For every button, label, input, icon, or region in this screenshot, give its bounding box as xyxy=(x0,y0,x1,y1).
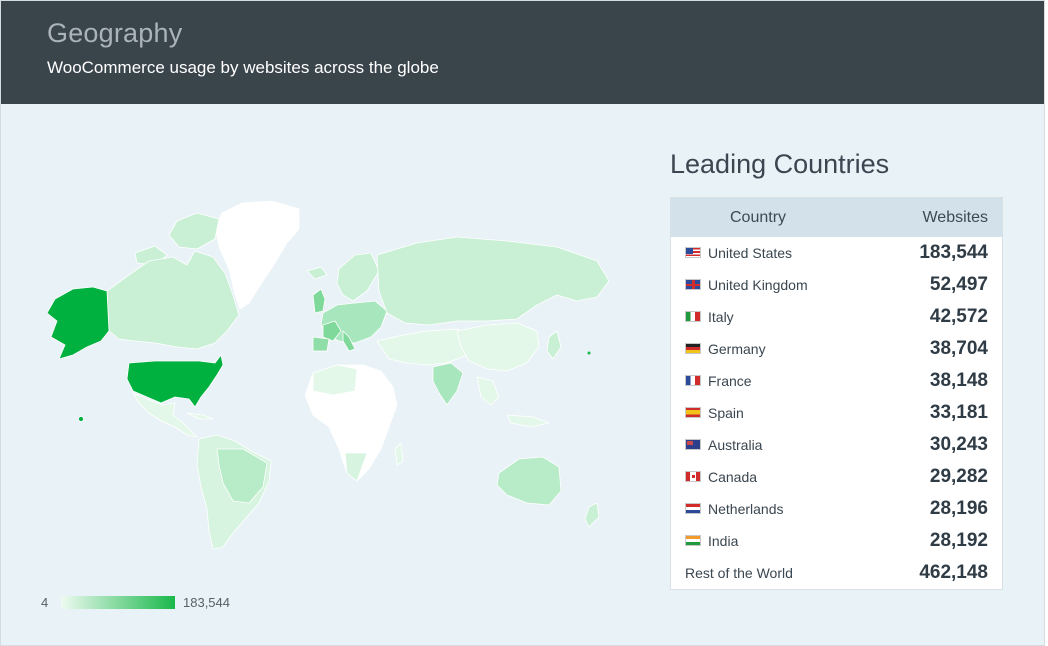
websites-count: 38,704 xyxy=(929,338,988,359)
italy-flag-icon xyxy=(685,311,701,322)
country-russia xyxy=(376,236,610,326)
country-name[interactable]: United Kingdom xyxy=(708,277,808,293)
us-flag-icon xyxy=(685,247,701,258)
table-row[interactable]: United Kingdom 52,497 xyxy=(671,269,1002,301)
table-row[interactable]: Canada 29,282 xyxy=(671,461,1002,493)
country-alaska xyxy=(46,286,110,360)
country-name[interactable]: United States xyxy=(708,245,792,261)
country-canada-islands xyxy=(168,212,220,250)
france-flag-icon xyxy=(685,375,701,386)
table-row[interactable]: France 38,148 xyxy=(671,365,1002,397)
table-row[interactable]: United States 183,544 xyxy=(671,237,1002,269)
table-row[interactable]: Italy 42,572 xyxy=(671,301,1002,333)
table-row[interactable]: Netherlands 28,196 xyxy=(671,493,1002,525)
websites-count: 29,282 xyxy=(929,466,988,487)
uk-flag-icon xyxy=(685,279,701,290)
rest-of-world-count: 462,148 xyxy=(919,562,988,583)
geography-panel: Geography WooCommerce usage by websites … xyxy=(0,0,1045,646)
country-name[interactable]: Germany xyxy=(708,341,766,357)
country-china xyxy=(456,322,540,372)
legend-max-label: 183,544 xyxy=(183,595,230,610)
germany-flag-icon xyxy=(685,343,701,354)
table-header: Country Websites xyxy=(671,198,1002,237)
page-subtitle: WooCommerce usage by websites across the… xyxy=(47,58,439,77)
country-canada xyxy=(106,250,240,350)
leading-countries-table: Country Websites United States 183,544 U… xyxy=(670,197,1003,590)
websites-count: 183,544 xyxy=(919,242,988,263)
websites-count: 30,243 xyxy=(929,434,988,455)
country-name[interactable]: Netherlands xyxy=(708,501,784,517)
country-australia xyxy=(496,456,562,506)
table-row[interactable]: Australia 30,243 xyxy=(671,429,1002,461)
websites-count: 28,192 xyxy=(929,530,988,551)
websites-count: 33,181 xyxy=(929,402,988,423)
country-name[interactable]: India xyxy=(708,533,738,549)
legend-gradient-bar xyxy=(61,596,175,609)
country-name[interactable]: Spain xyxy=(708,405,744,421)
australia-flag-icon xyxy=(685,439,701,450)
rest-of-world-label: Rest of the World xyxy=(685,565,793,581)
country-name[interactable]: France xyxy=(708,373,752,389)
country-name[interactable]: Italy xyxy=(708,309,734,325)
legend-min-label: 4 xyxy=(41,595,49,610)
country-scandinavia xyxy=(336,252,380,302)
websites-count: 38,148 xyxy=(929,370,988,391)
table-row[interactable]: India 28,192 xyxy=(671,525,1002,557)
table-row[interactable]: Spain 33,181 xyxy=(671,397,1002,429)
country-india xyxy=(432,362,464,406)
country-name[interactable]: Canada xyxy=(708,469,757,485)
world-map[interactable] xyxy=(37,191,617,561)
india-flag-icon xyxy=(685,535,701,546)
column-header-country[interactable]: Country xyxy=(730,209,786,227)
country-name[interactable]: Australia xyxy=(708,437,762,453)
leading-countries-title: Leading Countries xyxy=(670,149,890,179)
netherlands-flag-icon xyxy=(685,503,701,514)
map-legend: 4 183,544 xyxy=(41,595,261,611)
websites-count: 28,196 xyxy=(929,498,988,519)
header: Geography WooCommerce usage by websites … xyxy=(1,1,1044,104)
page-title: Geography xyxy=(47,18,183,48)
table-row[interactable]: Germany 38,704 xyxy=(671,333,1002,365)
country-spain xyxy=(312,336,330,352)
canada-flag-icon xyxy=(685,471,701,482)
table-row-rest-of-world: Rest of the World 462,148 xyxy=(671,557,1002,589)
spain-flag-icon xyxy=(685,407,701,418)
websites-count: 52,497 xyxy=(929,274,988,295)
column-header-websites[interactable]: Websites xyxy=(922,209,988,227)
websites-count: 42,572 xyxy=(929,306,988,327)
country-united-kingdom xyxy=(312,288,326,314)
